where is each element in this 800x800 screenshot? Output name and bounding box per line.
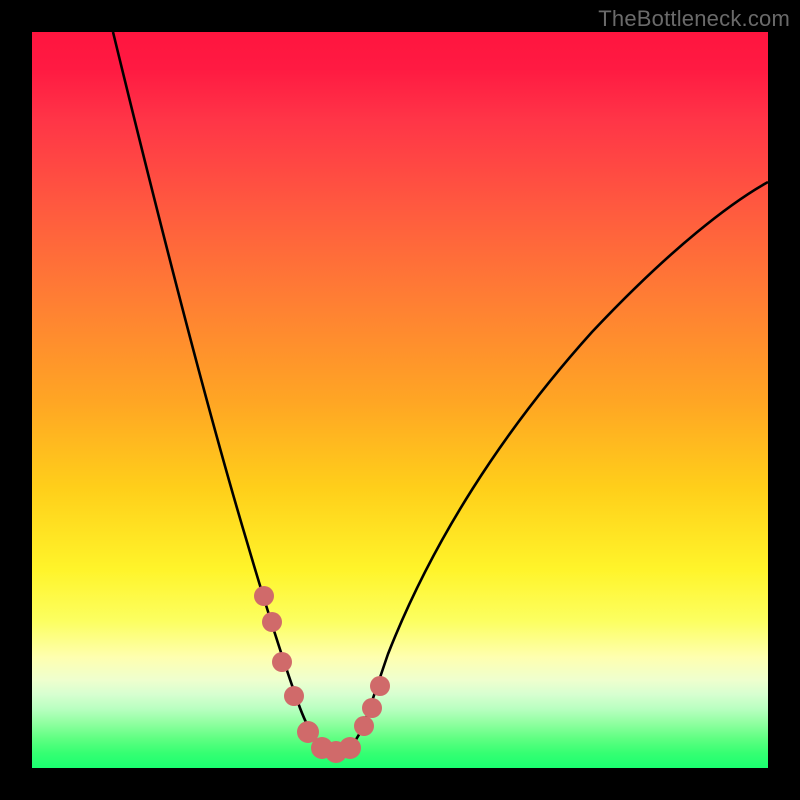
marker-dot	[370, 676, 390, 696]
outer-frame: TheBottleneck.com	[0, 0, 800, 800]
marker-dot	[254, 586, 274, 606]
watermark-text: TheBottleneck.com	[598, 6, 790, 32]
marker-dot	[362, 698, 382, 718]
marker-dot	[354, 716, 374, 736]
marker-dot	[339, 737, 361, 759]
chart-svg	[32, 32, 768, 768]
marker-dot	[262, 612, 282, 632]
marker-dot	[284, 686, 304, 706]
bottleneck-curve	[113, 32, 768, 752]
marker-dot	[272, 652, 292, 672]
marker-group	[254, 586, 390, 763]
plot-area	[32, 32, 768, 768]
